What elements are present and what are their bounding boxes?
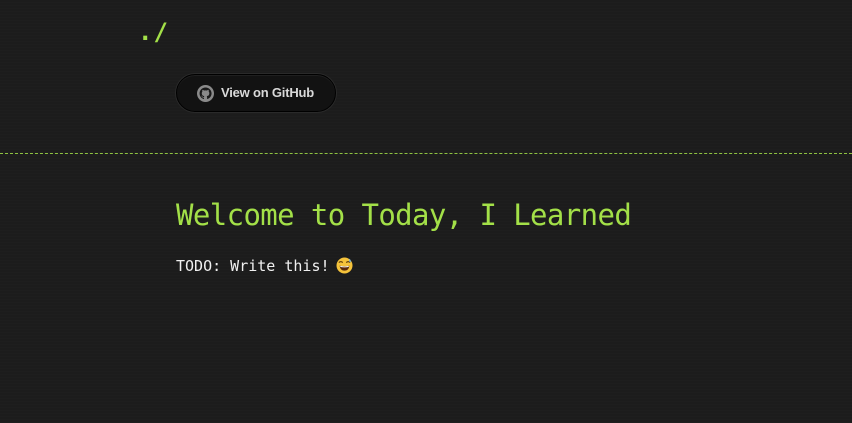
body-paragraph: TODO: Write this! (176, 256, 776, 276)
grinning-sweat-emoji-icon (336, 257, 353, 274)
site-logo-link[interactable]: ./ (138, 14, 169, 50)
main-content: Welcome to Today, I Learned TODO: Write … (176, 190, 776, 276)
view-on-github-button[interactable]: View on GitHub (176, 74, 336, 112)
page: ./ View on GitHub Welcome to Today, I Le… (0, 0, 852, 423)
page-title: Welcome to Today, I Learned (176, 198, 632, 232)
github-icon (197, 85, 214, 102)
header-divider (0, 153, 852, 154)
site-header: ./ View on GitHub (0, 0, 852, 153)
body-text: TODO: Write this! (176, 257, 330, 275)
github-button-label: View on GitHub (221, 85, 315, 100)
